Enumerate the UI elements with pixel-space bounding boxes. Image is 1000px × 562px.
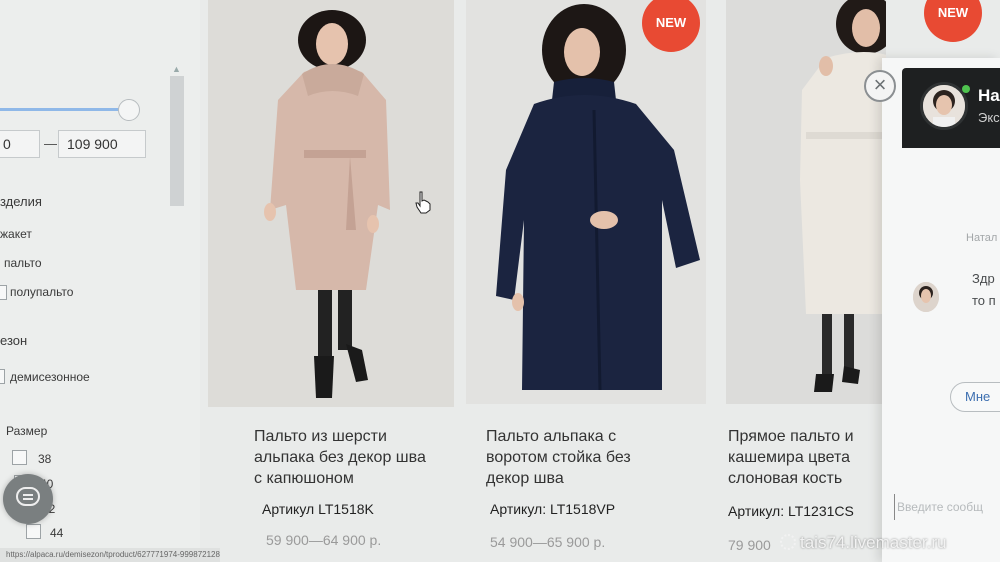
operator-name: На	[978, 86, 1000, 105]
product-title[interactable]: Прямое пальто и кашемира цвета слоновая …	[728, 426, 854, 489]
checkbox-half-coat[interactable]	[0, 285, 7, 300]
product-title-line[interactable]: Пальто из шерсти	[254, 426, 426, 447]
product-price: 79 900	[728, 537, 771, 553]
product-photo[interactable]	[726, 0, 886, 404]
chat-header	[902, 68, 1000, 148]
product-article: Артикул: LT1231CS	[728, 503, 854, 519]
filter-season-heading: езон	[0, 333, 28, 348]
product-photo[interactable]	[466, 0, 706, 404]
hand-cursor-icon	[415, 191, 431, 214]
product-price: 59 900—64 900 р.	[266, 532, 382, 548]
watermark: tais74.livemaster.ru	[780, 533, 946, 553]
product-title-line[interactable]: кашемира цвета	[728, 447, 854, 468]
online-status-dot	[962, 85, 970, 93]
filter-option-coat[interactable]: пальто	[4, 256, 42, 270]
operator-photo-small	[913, 282, 939, 312]
operator-subtitle: Экс	[978, 110, 1000, 125]
filter-type-heading: зделия	[0, 194, 42, 209]
watermark-text: tais74.livemaster.ru	[800, 533, 947, 552]
chat-message-input[interactable]: Введите сообщ	[894, 494, 1000, 520]
size-38-label[interactable]: 38	[38, 452, 51, 466]
price-slider-handle[interactable]	[118, 99, 140, 121]
product-title-line[interactable]: Прямое пальто и	[728, 426, 854, 447]
product-article: Артикул LT1518K	[262, 501, 374, 517]
filter-option-demiseason[interactable]: демисезонное	[10, 370, 90, 384]
filter-option-jacket[interactable]: жакет	[0, 227, 32, 241]
product-title-line[interactable]: воротом стойка без	[486, 447, 631, 468]
price-range-dash: —	[44, 136, 57, 151]
size-44-label[interactable]: 44	[50, 526, 63, 540]
close-chat-button[interactable]: ×	[864, 70, 896, 102]
filter-size-heading: Размер	[6, 424, 48, 438]
checkbox-size-38[interactable]	[12, 450, 27, 465]
filter-scrollbar[interactable]: ▲	[168, 64, 190, 404]
checkbox-demiseason[interactable]	[0, 369, 5, 384]
product-title[interactable]: Пальто из шерсти альпака без декор шва с…	[254, 426, 426, 489]
product-title[interactable]: Пальто альпака с воротом стойка без деко…	[486, 426, 631, 489]
chat-launcher-button[interactable]	[3, 474, 53, 524]
product-image-ivory-coat	[726, 0, 886, 404]
chat-message-line: Здр	[972, 271, 995, 286]
product-title-line[interactable]: альпака без декор шва	[254, 447, 426, 468]
product-price: 54 900—65 900 р.	[490, 534, 606, 550]
price-from-input[interactable]: 0	[0, 130, 40, 158]
filter-option-half-coat[interactable]: полупальто	[10, 285, 73, 299]
product-article: Артикул: LT1518VP	[490, 501, 616, 517]
product-title-line[interactable]: декор шва	[486, 468, 631, 489]
chat-icon	[16, 487, 40, 506]
checkbox-size-44[interactable]	[26, 524, 41, 539]
product-title-line[interactable]: с капюшоном	[254, 468, 426, 489]
product-card[interactable]: NEW Пальто альпака с воротом стойка без …	[466, 0, 712, 562]
chat-message-avatar	[913, 282, 939, 312]
chat-message-text: Здр то п	[972, 268, 996, 312]
quick-reply-button[interactable]: Мне	[950, 382, 1000, 412]
filter-sidebar: 0 — 109 900 ▲ зделия жакет пальто полупа…	[0, 0, 200, 562]
livemaster-logo-icon	[780, 534, 796, 550]
product-image-navy-coat	[466, 0, 706, 404]
chat-message-line: то п	[972, 293, 996, 308]
price-slider-track[interactable]	[0, 108, 128, 111]
operator-photo	[923, 85, 965, 127]
price-to-input[interactable]: 109 900	[58, 130, 146, 158]
status-bar-url: https://alpaca.ru/demisezon/tproduct/627…	[0, 548, 220, 562]
new-badge: NEW	[924, 0, 982, 42]
chat-message-sender: Натал	[966, 232, 998, 244]
product-title-line[interactable]: слоновая кость	[728, 468, 854, 489]
product-title-line[interactable]: Пальто альпака с	[486, 426, 631, 447]
product-card[interactable]: NEW Прямое пальто и кашемира цвета слоно…	[726, 0, 982, 562]
scroll-thumb[interactable]	[170, 76, 184, 206]
operator-avatar	[920, 82, 968, 130]
scroll-up-arrow-icon[interactable]: ▲	[172, 64, 181, 74]
product-card[interactable]: Пальто из шерсти альпака без декор шва с…	[208, 0, 454, 562]
